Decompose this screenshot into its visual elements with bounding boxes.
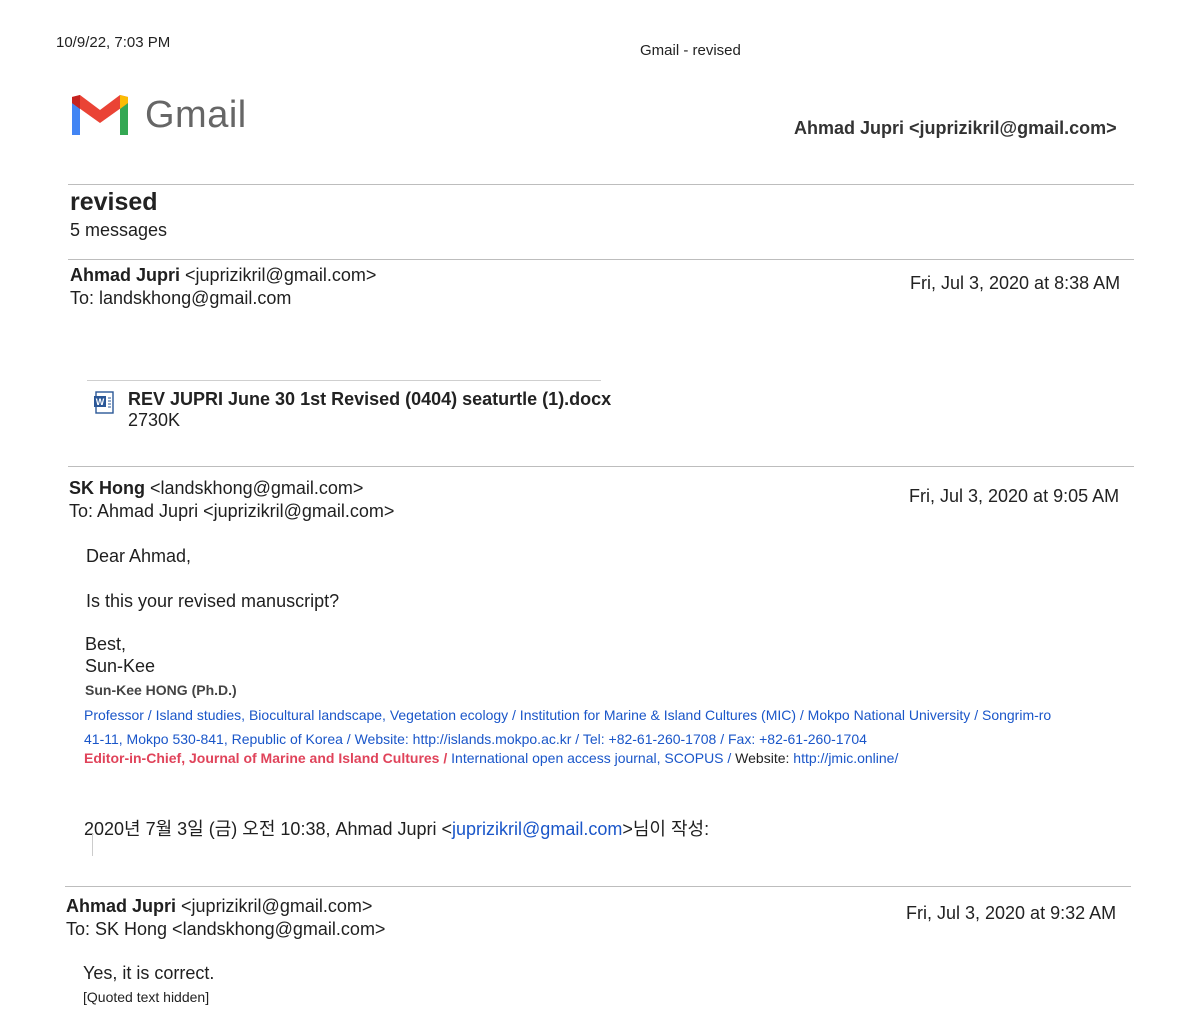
- message-2-closing-name: Sun-Kee: [85, 656, 156, 676]
- message-3-body: Yes, it is correct.: [83, 963, 215, 983]
- message-2-to: To: Ahmad Jupri <juprizikril@gmail.com>: [69, 501, 395, 521]
- quote-bar: [92, 834, 93, 856]
- signature-journal: International open access journal, SCOPU…: [447, 750, 732, 766]
- sender-name: Ahmad Jupri: [66, 896, 177, 916]
- message-2-date: Fri, Jul 3, 2020 at 9:05 AM: [909, 486, 1120, 506]
- gmail-m-icon: [72, 95, 128, 135]
- signature-editor-title: Editor-in-Chief, Journal of Marine and I…: [84, 750, 448, 766]
- sender-email: <landskhong@gmail.com>: [150, 478, 364, 498]
- message-1-from: Ahmad Jupri <juprizikril@gmail.com>: [70, 265, 376, 286]
- quoted-text-hidden[interactable]: [Quoted text hidden]: [83, 989, 209, 1005]
- thread-count: 5 messages: [70, 220, 168, 240]
- gmail-logo: Gmail: [70, 93, 247, 137]
- message-divider-2: [65, 886, 1131, 887]
- message-3-date: Fri, Jul 3, 2020 at 9:32 AM: [906, 903, 1117, 923]
- word-doc-icon: W: [94, 391, 114, 414]
- signature-line-2: 41-11, Mokpo 530-841, Republic of Korea …: [84, 731, 867, 747]
- account-label: Ahmad Jupri <juprizikril@gmail.com>: [794, 118, 1117, 138]
- signature-name: Sun-Kee HONG (Ph.D.): [85, 682, 237, 698]
- attachment-size: 2730K: [128, 410, 181, 430]
- signature-website-label: Website:: [731, 750, 794, 766]
- sender-email: <juprizikril@gmail.com>: [181, 896, 373, 916]
- svg-text:W: W: [96, 397, 105, 407]
- message-3-from: Ahmad Jupri <juprizikril@gmail.com>: [66, 896, 372, 917]
- sender-name: Ahmad Jupri: [70, 265, 181, 285]
- message-divider-1: [68, 466, 1134, 467]
- signature-line-1: Professor / Island studies, Biocultural …: [84, 707, 1052, 723]
- quote-intro: 2020년 7월 3일 (금) 오전 10:38, Ahmad Jupri <j…: [84, 815, 709, 841]
- print-page-title: Gmail - revised: [640, 42, 741, 59]
- message-1-to: To: landskhong@gmail.com: [70, 288, 292, 308]
- subject-divider: [68, 259, 1134, 260]
- message-3-to: To: SK Hong <landskhong@gmail.com>: [66, 919, 386, 939]
- message-2-body: Is this your revised manuscript?: [86, 591, 340, 611]
- message-2-closing: Best,: [85, 634, 127, 654]
- sender-name: SK Hong: [69, 478, 145, 498]
- quote-intro-text: 2020년 7월 3일 (금) 오전 10:38, Ahmad Jupri <: [84, 819, 453, 839]
- message-2-greeting: Dear Ahmad,: [86, 546, 192, 566]
- signature-line-3: Editor-in-Chief, Journal of Marine and I…: [84, 750, 898, 766]
- quote-intro-email-link[interactable]: juprizikril@gmail.com: [452, 819, 622, 839]
- message-2-from: SK Hong <landskhong@gmail.com>: [69, 478, 363, 499]
- sender-email: <juprizikril@gmail.com>: [185, 265, 377, 285]
- attachment-name[interactable]: REV JUPRI June 30 1st Revised (0404) sea…: [128, 389, 611, 410]
- quote-intro-suffix: >님이 작성:: [622, 819, 710, 839]
- message-1-date: Fri, Jul 3, 2020 at 8:38 AM: [910, 273, 1121, 293]
- thread-subject: revised: [70, 188, 158, 216]
- print-datetime: 10/9/22, 7:03 PM: [56, 34, 171, 51]
- journal-website-link[interactable]: http://jmic.online/: [793, 750, 898, 766]
- gmail-wordmark: Gmail: [145, 93, 247, 136]
- header-divider: [68, 184, 1134, 185]
- signature-contact: / Tel: +82-61-260-1708 / Fax: +82-61-260…: [571, 731, 867, 747]
- signature-website-link[interactable]: http://islands.mokpo.ac.kr: [413, 731, 572, 747]
- attachment[interactable]: W REV JUPRI June 30 1st Revised (0404) s…: [93, 389, 611, 431]
- attachment-divider: [87, 380, 601, 381]
- signature-address: 41-11, Mokpo 530-841, Republic of Korea …: [84, 731, 413, 747]
